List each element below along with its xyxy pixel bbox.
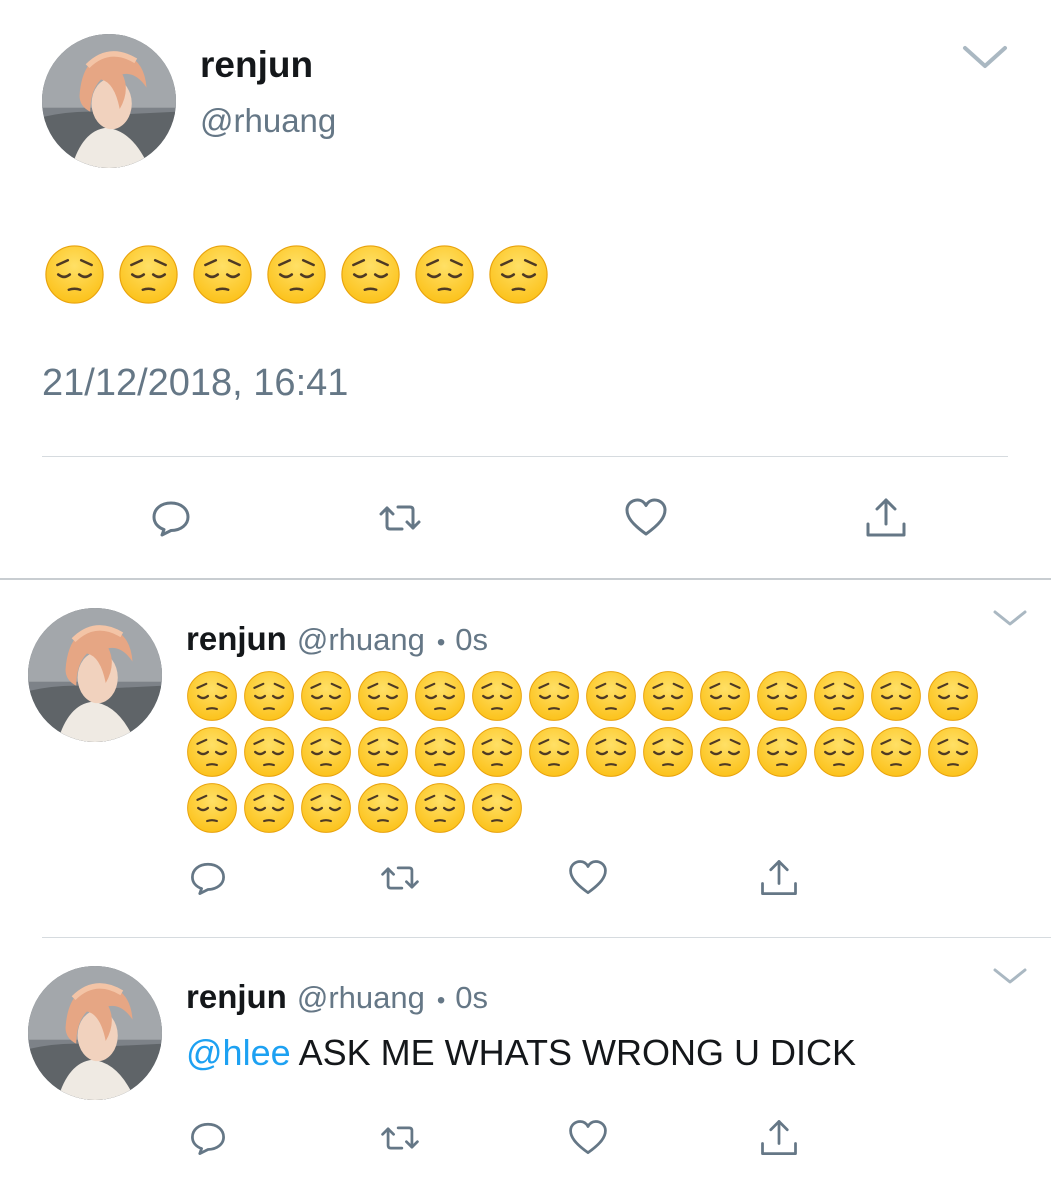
tweet-header: renjun @rhuang • 0s (186, 620, 488, 658)
mention-link[interactable]: @hlee (186, 1032, 291, 1073)
pensive-face-emoji (301, 727, 351, 777)
retweet-icon[interactable] (378, 856, 422, 900)
pensive-face-emoji (358, 671, 408, 721)
username[interactable]: @rhuang (297, 622, 425, 658)
share-icon[interactable] (757, 1116, 801, 1160)
like-icon[interactable] (566, 1116, 610, 1160)
avatar[interactable] (42, 34, 176, 168)
pensive-face-emoji (928, 671, 978, 721)
pensive-face-emoji (415, 727, 465, 777)
display-name[interactable]: renjun (186, 620, 287, 658)
pensive-face-emoji (586, 727, 636, 777)
share-icon[interactable] (757, 856, 801, 900)
pensive-face-emoji (529, 727, 579, 777)
separator-dot: • (436, 987, 446, 1014)
pensive-face-emoji (301, 783, 351, 833)
reply-icon[interactable] (147, 494, 195, 542)
pensive-face-emoji (757, 671, 807, 721)
pensive-face-emoji (187, 783, 237, 833)
display-name[interactable]: renjun (186, 978, 287, 1016)
pensive-face-emoji (529, 671, 579, 721)
tweet-body: ASK ME WHATS WRONG U DICK (290, 1032, 856, 1073)
chevron-down-icon[interactable] (992, 608, 1028, 628)
pensive-face-emoji (643, 671, 693, 721)
pensive-face-emoji (472, 727, 522, 777)
pensive-face-emoji (814, 671, 864, 721)
retweet-icon[interactable] (376, 494, 424, 542)
pensive-face-emoji (489, 245, 548, 304)
timestamp[interactable]: 21/12/2018, 16:41 (42, 362, 348, 405)
tweet-text (186, 670, 986, 834)
pensive-face-emoji (643, 727, 693, 777)
pensive-face-emoji (244, 783, 294, 833)
username[interactable]: @rhuang (200, 102, 336, 140)
pensive-face-emoji (586, 671, 636, 721)
pensive-face-emoji (472, 671, 522, 721)
pensive-face-emoji (814, 727, 864, 777)
reply-icon[interactable] (186, 1116, 230, 1160)
pensive-face-emoji (700, 671, 750, 721)
pensive-face-emoji (358, 783, 408, 833)
username[interactable]: @rhuang (297, 980, 425, 1016)
pensive-face-emoji (267, 245, 326, 304)
profile-photo (28, 966, 162, 1100)
timestamp[interactable]: 0s (455, 980, 488, 1016)
pensive-face-emoji (700, 727, 750, 777)
avatar[interactable] (28, 608, 162, 742)
pensive-face-emoji (341, 245, 400, 304)
pensive-face-emoji (193, 245, 252, 304)
pensive-face-emoji (187, 727, 237, 777)
pensive-face-emoji (244, 671, 294, 721)
pensive-face-emoji (358, 727, 408, 777)
like-icon[interactable] (566, 856, 610, 900)
tweet-text: @hlee ASK ME WHATS WRONG U DICK (186, 1032, 856, 1074)
display-name[interactable]: renjun (200, 44, 313, 86)
pensive-face-emoji (244, 727, 294, 777)
pensive-face-emoji (415, 671, 465, 721)
separator-dot: • (436, 629, 446, 656)
pensive-face-emoji (757, 727, 807, 777)
reply-tweet[interactable]: renjun @rhuang • 0s (0, 580, 1051, 937)
profile-photo (28, 608, 162, 742)
chevron-down-icon[interactable] (961, 42, 1009, 72)
pensive-face-emoji (301, 671, 351, 721)
pensive-face-emoji (928, 727, 978, 777)
timestamp[interactable]: 0s (455, 622, 488, 658)
tweet-text (44, 244, 549, 305)
pensive-face-emoji (45, 245, 104, 304)
pensive-face-emoji (871, 727, 921, 777)
divider (42, 456, 1008, 457)
tweet-header: renjun @rhuang • 0s (186, 978, 488, 1016)
reply-tweet[interactable]: renjun @rhuang • 0s @hlee ASK ME WHATS W… (0, 938, 1051, 1200)
pensive-face-emoji (119, 245, 178, 304)
reply-icon[interactable] (186, 856, 230, 900)
retweet-icon[interactable] (378, 1116, 422, 1160)
main-tweet: renjun @rhuang 21/12/2018, 16:41 (0, 0, 1051, 578)
pensive-face-emoji (187, 671, 237, 721)
like-icon[interactable] (622, 494, 670, 542)
avatar[interactable] (28, 966, 162, 1100)
chevron-down-icon[interactable] (992, 966, 1028, 986)
pensive-face-emoji (415, 245, 474, 304)
share-icon[interactable] (862, 494, 910, 542)
pensive-face-emoji (472, 783, 522, 833)
pensive-face-emoji (415, 783, 465, 833)
profile-photo (42, 34, 176, 168)
pensive-face-emoji (871, 671, 921, 721)
